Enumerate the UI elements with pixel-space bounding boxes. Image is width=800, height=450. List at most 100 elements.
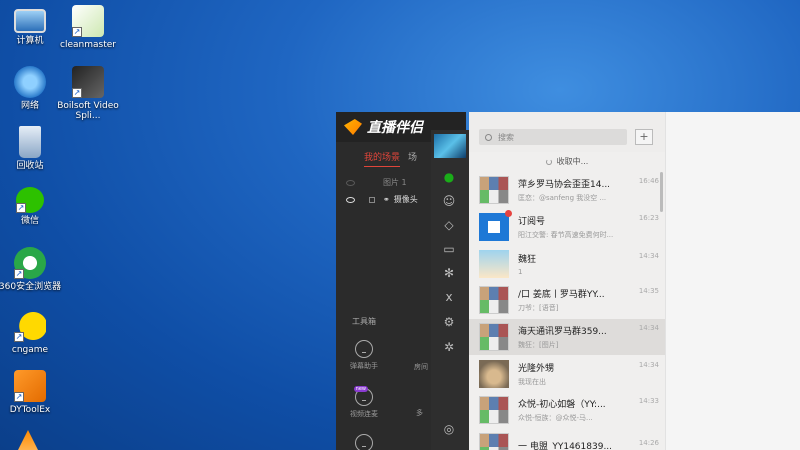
visibility-icon[interactable] <box>346 179 355 186</box>
tool-label: 弹幕助手 <box>350 362 378 370</box>
tool-more[interactable]: 多 <box>416 408 423 418</box>
desktop-icon-label: Boilsoft Video Spli... <box>57 101 119 121</box>
chat-titlebar <box>469 112 665 122</box>
video-splitter-icon: ↗ <box>72 66 104 98</box>
download-icon: new <box>353 386 373 406</box>
chat-icon[interactable]: ● <box>441 170 457 184</box>
chat-preview: 众悦-恒族：@众悦-马... <box>518 414 593 423</box>
vlc-icon[interactable] <box>18 430 38 450</box>
dytoolex-icon: ↗ <box>14 370 46 402</box>
subscription-avatar <box>479 210 512 242</box>
computer-icon <box>14 9 46 33</box>
chat-avatar <box>479 323 509 352</box>
chat-avatar <box>479 176 509 205</box>
desktop-icon-label: cleanmaster <box>60 40 116 50</box>
shortcut-arrow-icon: ↗ <box>14 269 24 279</box>
tool-room[interactable]: 房间 <box>414 362 428 372</box>
desktop-icon-label: DYToolEx <box>9 405 51 415</box>
tool-video-link[interactable]: new 视频连麦 <box>342 386 386 419</box>
chat-item[interactable]: 萍乡罗马协会歪歪14... 16:46 匡恋：@sanfeng 我没空 ... <box>469 172 665 209</box>
wechat-icon: ↗ <box>16 187 44 213</box>
desktop-icon-cleanmaster[interactable]: ↗ cleanmaster <box>53 5 123 50</box>
chat-avatar <box>479 249 509 278</box>
chat-preview: 刀爷：[语音] <box>518 304 559 313</box>
chat-time: 16:23 <box>638 214 659 223</box>
chat-preview: 阳江交警: 春节高速免费何时... <box>518 231 614 240</box>
user-avatar[interactable] <box>434 134 466 158</box>
chat-name: 订阅号 <box>518 217 546 228</box>
shortcut-arrow-icon: ↗ <box>72 27 82 37</box>
contacts-icon[interactable]: ☺ <box>441 194 457 208</box>
butterfly-icon[interactable]: ⅹ <box>441 290 457 304</box>
tab-my-scenes[interactable]: 我的场景 <box>364 150 401 167</box>
chat-item[interactable]: 订阅号 16:23 阳江交警: 春节高速免费何时... <box>469 209 665 246</box>
chat-item[interactable]: /口 姜底丨罗马群YY... 14:35 刀爷：[语音] <box>469 282 665 319</box>
search-bar: 搜索 + <box>469 122 665 152</box>
lock-icon[interactable] <box>369 196 375 203</box>
chat-preview: 我现在出 <box>518 377 546 386</box>
search-input[interactable]: 搜索 <box>479 129 627 145</box>
desktop-icon-label: cngame <box>11 345 49 355</box>
new-badge: new <box>353 386 368 392</box>
cleanmaster-icon: ↗ <box>72 5 104 37</box>
desktop-icon-label: 回收站 <box>16 161 44 171</box>
chat-content-panel <box>665 112 800 450</box>
chat-list-panel: 搜索 + 收取中... 萍乡罗马协会歪歪14... 16:46 匡恋：@sanfe… <box>469 122 665 450</box>
tab-other[interactable]: 场 <box>408 150 417 167</box>
desktop-icon-label: 微信 <box>20 216 39 226</box>
chat-time: 14:35 <box>638 287 659 296</box>
moments-icon[interactable]: ✻ <box>441 266 457 280</box>
add-button[interactable]: + <box>635 129 653 145</box>
chat-time: 14:34 <box>638 360 659 369</box>
tool-item[interactable] <box>342 434 386 450</box>
search-placeholder: 搜索 <box>498 132 514 142</box>
chat-name: 光隆外甥 <box>518 363 555 374</box>
chat-time: 14:33 <box>638 397 659 406</box>
chat-sidebar: ● ☺ ◇ ▭ ✻ ⅹ ⚙ ✲ ◎ <box>431 130 469 450</box>
chat-item-selected[interactable]: 海天通讯罗马群359... 14:34 魏狂：[图片] <box>469 318 665 356</box>
chat-list-scrollbar[interactable] <box>660 172 663 212</box>
desktop-icon-360-browser[interactable]: ↗ 360安全浏览器 <box>0 247 65 292</box>
chat-name: 魏狂 <box>518 254 537 265</box>
chat-item[interactable]: 众悦-初心如磐（YY:... 14:33 众悦-恒族：@众悦-马... <box>469 392 665 429</box>
chat-item[interactable]: 一 电盟_YY1461839... 14:26 <box>469 429 665 450</box>
source-label: 图片 1 <box>383 178 407 187</box>
box-icon[interactable]: ◇ <box>441 218 457 232</box>
360-browser-icon: ↗ <box>14 247 46 279</box>
folder-icon[interactable]: ▭ <box>441 242 457 256</box>
desktop-icon-recycle-bin[interactable]: 回收站 <box>0 126 65 171</box>
stream-app-title: 直播伴侣 <box>367 120 423 136</box>
shortcut-arrow-icon: ↗ <box>16 203 26 213</box>
desktop-icon-dytoolex[interactable]: ↗ DYToolEx <box>0 370 65 415</box>
download-icon <box>355 340 373 358</box>
desktop-icon-wechat[interactable]: ↗ 微信 <box>0 187 65 226</box>
recycle-bin-icon <box>19 126 41 158</box>
desktop-icon-cngame[interactable]: ↗ cngame <box>0 310 65 355</box>
download-icon <box>355 434 373 450</box>
chat-name: 众悦-初心如磐（YY:... <box>518 400 606 411</box>
chat-preview: 1 <box>518 267 523 276</box>
phone-icon[interactable]: ◎ <box>441 422 457 436</box>
chat-time: 14:26 <box>638 439 659 448</box>
visibility-icon[interactable] <box>346 196 355 203</box>
chat-avatar <box>479 286 509 315</box>
shortcut-arrow-icon: ↗ <box>14 332 24 342</box>
chat-avatar <box>479 433 509 450</box>
chat-time: 14:34 <box>638 251 659 260</box>
cngame-icon: ↗ <box>14 310 46 342</box>
settings-icon[interactable]: ⚙ <box>441 315 457 329</box>
desktop-icon-video-splitter[interactable]: ↗ Boilsoft Video Spli... <box>53 66 123 121</box>
chat-item[interactable]: 光隆外甥 14:34 我现在出 <box>469 355 665 392</box>
toolbox-title: 工具箱 <box>352 317 376 326</box>
camera-icon: ⚭ <box>383 195 390 204</box>
tool-danmu-helper[interactable]: 弹幕助手 <box>342 340 386 371</box>
chat-time: 16:46 <box>638 177 659 186</box>
chat-item[interactable]: 魏狂 14:34 1 <box>469 245 665 282</box>
chat-time: 14:34 <box>638 324 659 333</box>
chat-avatar <box>479 359 509 388</box>
chat-name: /口 姜底丨罗马群YY... <box>518 290 605 301</box>
sparkle-icon[interactable]: ✲ <box>441 340 457 354</box>
chat-name: 海天通讯罗马群359... <box>518 327 607 338</box>
chat-avatar <box>479 396 509 425</box>
chat-name: 萍乡罗马协会歪歪14... <box>518 180 611 191</box>
